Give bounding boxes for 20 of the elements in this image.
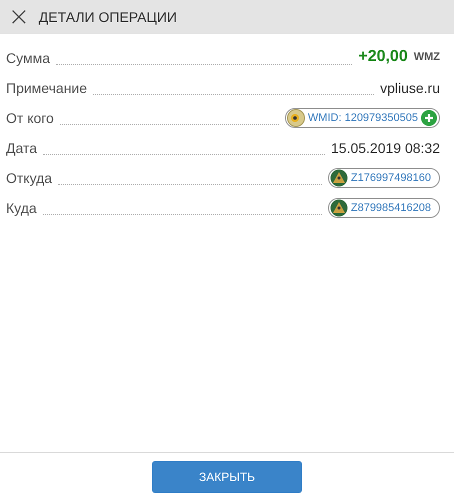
currency-label: WMZ (414, 51, 440, 63)
purse-link[interactable]: Z176997498160 (328, 168, 440, 188)
wmid-link[interactable]: WMID: 120979350505 (284, 108, 440, 128)
field-value: 15.05.2019 08:32 (331, 140, 440, 156)
purse-link[interactable]: Z879985416208 (328, 198, 440, 218)
field-value: vpliuse.ru (380, 80, 440, 96)
dialog-title: ДЕТАЛИ ОПЕРАЦИИ (38, 9, 177, 25)
plus-icon[interactable] (421, 110, 437, 126)
field-label: Сумма (6, 50, 50, 66)
field-label: От кого (6, 110, 54, 126)
field-label: Куда (6, 200, 37, 216)
pyramid-icon (330, 199, 348, 217)
field-label: Откуда (6, 170, 52, 186)
close-button[interactable]: × (8, 7, 30, 27)
field-label: Дата (6, 140, 38, 156)
eye-icon (286, 109, 305, 127)
amount-value: +20,00 (358, 48, 408, 66)
pyramid-icon (330, 169, 348, 187)
field-label: Примечание (6, 80, 88, 96)
close-dialog-button[interactable]: ЗАКРЫТЬ (152, 461, 302, 493)
